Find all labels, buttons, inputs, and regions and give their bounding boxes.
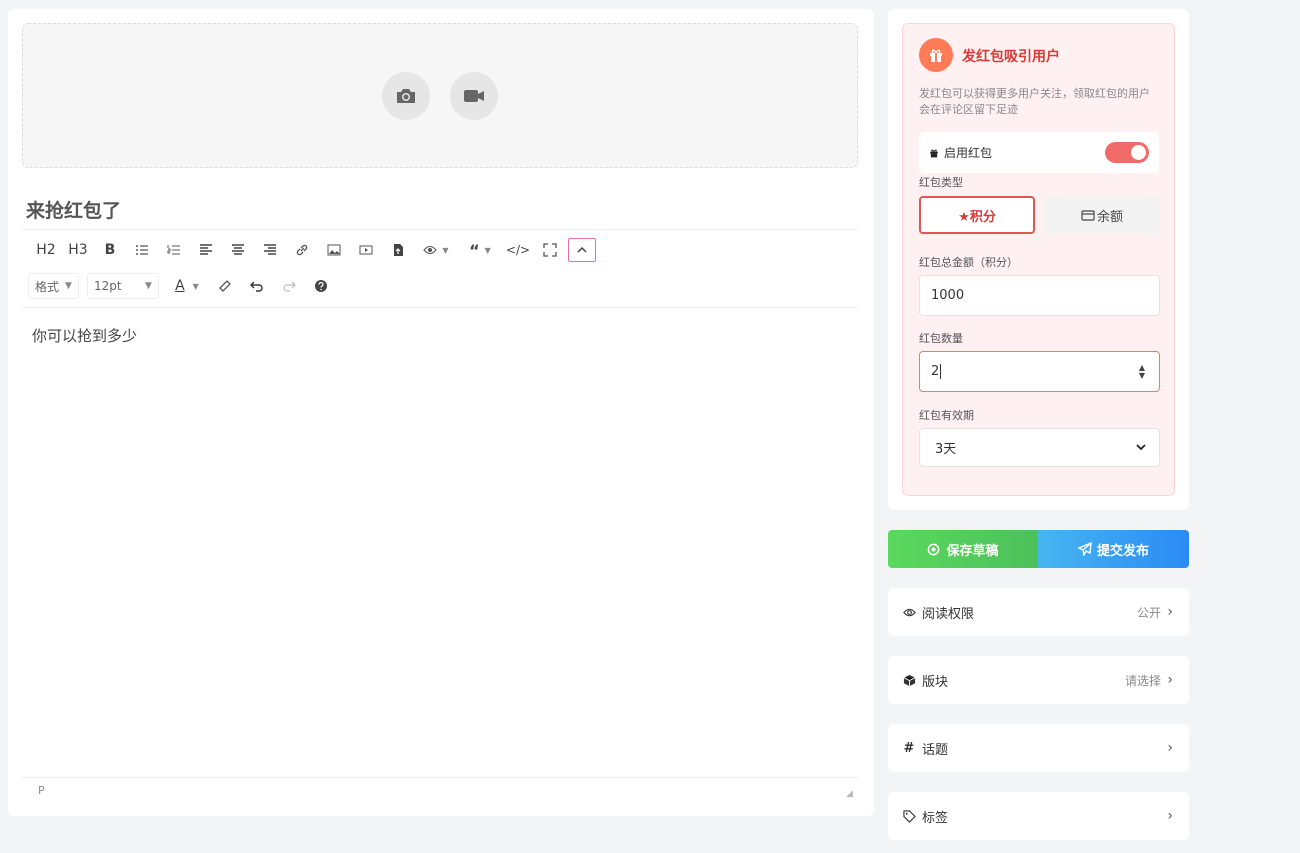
chevron-right-icon: › [1167,740,1173,756]
read-permission-label: 阅读权限 [922,606,975,622]
fullscreen-icon[interactable] [536,238,564,262]
font-size-value: 12pt [93,279,122,293]
publish-label: 提交发布 [1096,543,1149,559]
toolbar-row-2: 格式 ▼ 12pt ▼ A ▼ [28,273,339,299]
post-title[interactable]: 来抢红包了 [26,196,121,223]
editor-card: 来抢红包了 H2 H3 B ▼ “▼ </> 格式 ▼ 12pt ▼ A ▼ 你可以抢… [8,9,874,816]
h3-button[interactable]: H3 [64,238,92,262]
link-icon[interactable] [288,238,316,262]
count-label: 红包数量 [919,332,963,345]
type-points-button[interactable]: ★积分 [919,196,1035,234]
validity-value: 3天 [935,442,957,457]
topic-option[interactable]: # 话题 › [888,724,1189,772]
media-upload-area[interactable] [22,23,858,168]
enable-redpacket-row: 启用红包 [919,132,1159,173]
save-draft-label: 保存草稿 [946,543,999,559]
format-select[interactable]: 格式 ▼ [28,273,79,299]
redpacket-title: 发红包吸引用户 [962,49,1060,65]
undo-icon[interactable] [243,274,271,298]
h2-button[interactable]: H2 [32,238,60,262]
eye-icon [902,605,916,619]
gift-icon [929,143,939,162]
element-path: P [38,784,45,797]
redpacket-description: 发红包可以获得更多用户关注，领取红包的用户会在评论区留下足迹 [919,87,1150,116]
toolbar-row-1: H2 H3 B ▼ “▼ </> [32,238,600,262]
count-input[interactable]: 2 ▲ ▼ [919,351,1160,392]
total-amount-input[interactable]: 1000 [919,275,1160,316]
eraser-icon[interactable] [211,274,239,298]
resize-handle-icon[interactable]: ◢ [846,789,856,799]
camera-icon[interactable] [382,72,430,120]
divider [22,777,858,778]
section-value: 请选择 [1124,673,1161,688]
video-icon[interactable] [450,72,498,120]
font-size-select[interactable]: 12pt ▼ [86,273,159,299]
format-select-value: 格式 [35,279,60,294]
tags-label: 标签 [922,810,949,826]
redpacket-card: 发红包吸引用户 发红包可以获得更多用户关注，领取红包的用户会在评论区留下足迹 启… [888,9,1189,510]
redo-icon[interactable] [275,274,303,298]
save-draft-button[interactable]: 保存草稿 [888,530,1038,568]
section-option[interactable]: 版块 请选择 › [888,656,1189,704]
gift-icon [919,38,953,72]
redpacket-type-label: 红包类型 [919,176,963,189]
card-icon [1081,209,1095,221]
enable-redpacket-toggle[interactable] [1105,142,1149,163]
validity-label: 红包有效期 [919,409,974,422]
redpacket-panel: 发红包吸引用户 发红包可以获得更多用户关注，领取红包的用户会在评论区留下足迹 启… [902,23,1175,496]
total-amount-label: 红包总金额（积分） [919,256,1018,269]
editor-content[interactable]: 你可以抢到多少 [32,325,137,346]
count-value: 2 [931,364,940,379]
align-right-icon[interactable] [256,238,284,262]
total-amount-value: 1000 [931,288,965,303]
media-embed-icon[interactable] [352,238,380,262]
tag-icon [902,809,916,823]
code-icon[interactable]: </> [504,238,532,262]
type-balance-label: 余额 [1096,209,1123,225]
font-color-button[interactable]: A ▼ [167,274,207,298]
tags-option[interactable]: 标签 › [888,792,1189,840]
number-spinner-icon[interactable]: ▲ ▼ [1139,364,1145,380]
bold-button[interactable]: B [96,238,124,262]
read-permission-value: 公开 [1136,605,1161,620]
hashtag-icon: # [903,740,915,756]
divider [22,229,858,230]
help-icon[interactable] [307,274,335,298]
save-icon [928,543,940,555]
cube-icon [902,673,916,687]
chevron-right-icon: › [1167,672,1173,688]
bullet-list-icon[interactable] [128,238,156,262]
font-color-label: A [175,278,185,294]
chevron-right-icon: › [1167,604,1173,620]
divider [22,307,858,308]
chevron-right-icon: › [1167,808,1173,824]
read-permission-option[interactable]: 阅读权限 公开 › [888,588,1189,636]
publish-button[interactable]: 提交发布 [1038,530,1189,568]
collapse-toolbar-icon[interactable] [568,238,596,262]
preview-eye-icon[interactable]: ▼ [416,238,456,262]
paper-plane-icon [1077,542,1092,556]
enable-redpacket-label: 启用红包 [944,146,993,160]
topic-label: 话题 [922,742,949,758]
type-balance-button[interactable]: 余额 [1044,196,1160,234]
chevron-down-icon [1136,444,1146,451]
align-center-icon[interactable] [224,238,252,262]
image-icon[interactable] [320,238,348,262]
section-label: 版块 [922,674,949,690]
align-left-icon[interactable] [192,238,220,262]
blockquote-icon[interactable]: “▼ [460,238,500,262]
file-upload-icon[interactable] [384,238,412,262]
validity-select[interactable]: 3天 [919,428,1160,467]
numbered-list-icon[interactable] [160,238,188,262]
